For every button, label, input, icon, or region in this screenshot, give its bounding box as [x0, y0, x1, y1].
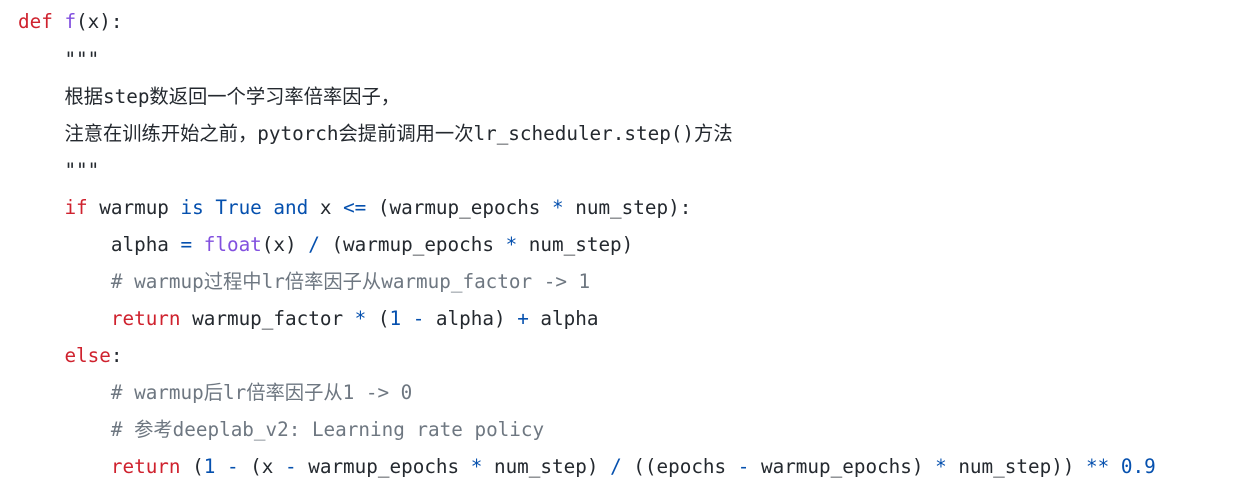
code-token: -	[412, 307, 425, 330]
code-token: *	[935, 455, 947, 478]
code-token: float	[203, 233, 262, 256]
code-line: 注意在训练开始之前，pytorch会提前调用一次lr_scheduler.ste…	[18, 119, 733, 149]
code-token: 1	[203, 455, 216, 478]
code-token: -	[737, 455, 750, 478]
code-line: def f(x):	[18, 7, 122, 37]
code-line: # 参考deeplab_v2: Learning rate policy	[18, 415, 544, 445]
code-token: <=	[343, 196, 367, 219]
code-token: warmup_epochs)	[749, 455, 936, 478]
code-line: alpha = float(x) / (warmup_epochs * num_…	[18, 230, 633, 260]
code-token: (x)	[261, 233, 309, 256]
code-token: alpha)	[424, 307, 518, 330]
code-token: (x):	[76, 10, 123, 33]
code-token: f	[64, 10, 77, 33]
code-line: return warmup_factor * (1 - alpha) + alp…	[18, 304, 599, 334]
code-token: 1	[389, 307, 402, 330]
code-token: num_step):	[563, 196, 692, 219]
code-token: -	[285, 455, 297, 478]
code-token: # warmup后lr倍率因子从1 -> 0	[110, 381, 413, 404]
code-token: *	[470, 455, 483, 478]
code-token: # warmup过程中lr倍率因子从warmup_factor -> 1	[110, 270, 591, 293]
code-token: else	[64, 344, 111, 367]
code-block: def f(x): """ 根据step数返回一个学习率倍率因子， 注意在训练开…	[0, 0, 1257, 490]
code-token: warmup_epochs	[296, 455, 471, 478]
code-token: (warmup_epochs	[319, 233, 506, 256]
code-token: /	[308, 233, 320, 256]
code-token: (	[180, 455, 204, 478]
code-line: if warmup is True and x <= (warmup_epoch…	[18, 193, 691, 223]
code-token: is	[180, 196, 204, 219]
code-token: (x	[238, 455, 286, 478]
code-token: 根据step数返回一个学习率倍率因子，	[64, 85, 401, 108]
code-token: -	[226, 455, 239, 478]
code-token: (warmup_epochs	[366, 196, 553, 219]
code-token: alpha	[528, 307, 599, 330]
code-line: """	[18, 45, 99, 75]
code-token: ((epochs	[621, 455, 738, 478]
code-token: warmup	[87, 196, 181, 219]
code-token: num_step)	[517, 233, 634, 256]
code-line: # warmup后lr倍率因子从1 -> 0	[18, 378, 412, 408]
code-token: :	[110, 344, 123, 367]
code-token: /	[610, 455, 622, 478]
code-token: True	[215, 196, 262, 219]
code-line: else:	[18, 341, 122, 371]
code-line: """	[18, 156, 99, 186]
code-token: *	[505, 233, 518, 256]
code-token: # 参考deeplab_v2: Learning rate policy	[110, 418, 545, 441]
code-token: num_step))	[946, 455, 1087, 478]
code-token: x	[308, 196, 344, 219]
code-token: if	[64, 196, 88, 219]
code-token: *	[354, 307, 367, 330]
code-token: return	[110, 455, 181, 478]
code-token: 注意在训练开始之前，pytorch会提前调用一次lr_scheduler.ste…	[64, 122, 733, 145]
code-line: # warmup过程中lr倍率因子从warmup_factor -> 1	[18, 267, 590, 297]
code-token: =	[180, 233, 193, 256]
code-token: """	[64, 48, 100, 71]
code-token: **	[1086, 455, 1110, 478]
code-token: num_step)	[482, 455, 611, 478]
code-token: """	[64, 159, 100, 182]
code-line: return (1 - (x - warmup_epochs * num_ste…	[18, 452, 1156, 482]
code-token: return	[110, 307, 181, 330]
code-line: 根据step数返回一个学习率倍率因子，	[18, 82, 400, 112]
code-token: +	[517, 307, 529, 330]
code-token: and	[273, 196, 309, 219]
code-token: 0.9	[1120, 455, 1156, 478]
code-token: alpha	[18, 233, 181, 256]
code-token: def	[18, 10, 53, 33]
code-token: (	[366, 307, 390, 330]
code-token: *	[552, 196, 564, 219]
code-token: warmup_factor	[180, 307, 355, 330]
